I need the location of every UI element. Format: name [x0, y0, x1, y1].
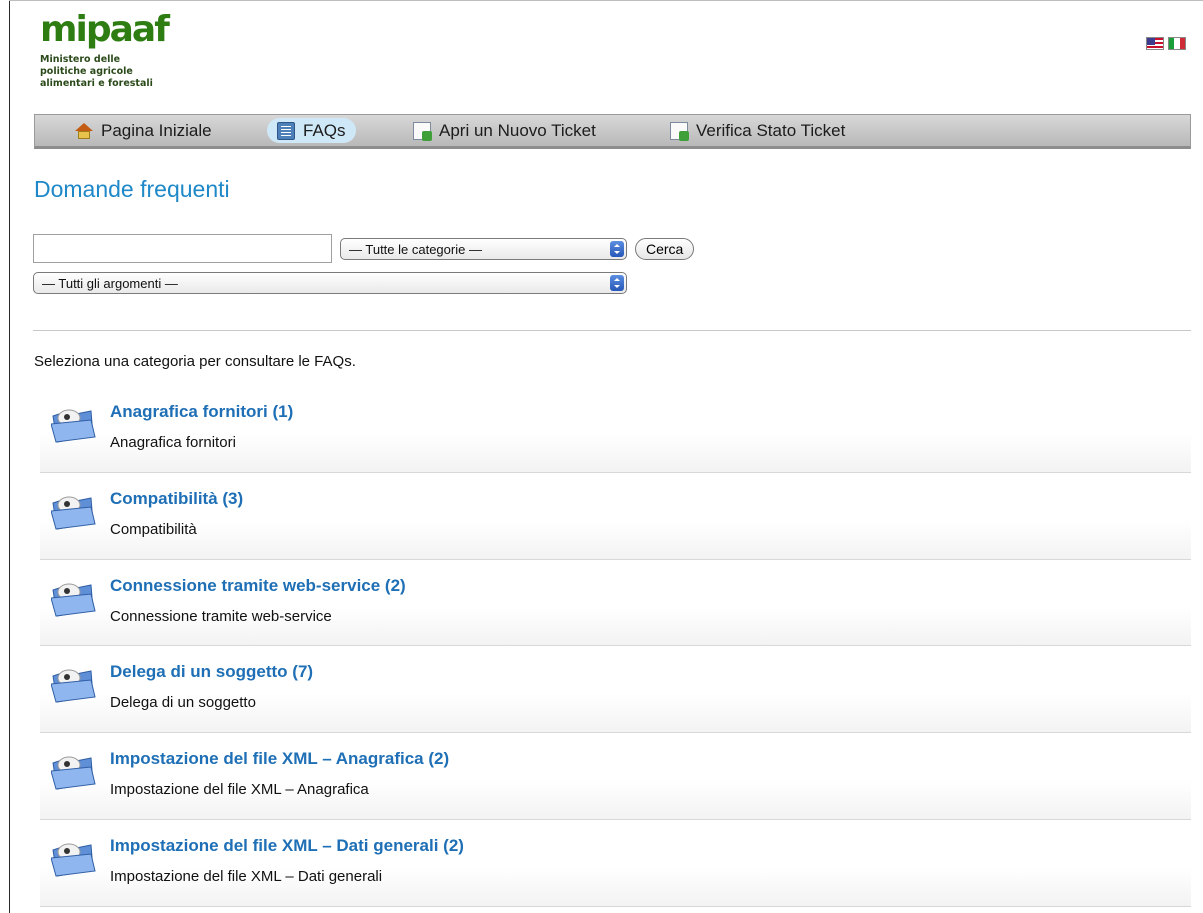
- nav-item-label: FAQs: [303, 120, 346, 140]
- ticket-status-icon: [670, 121, 689, 141]
- nav-item-apri-nuovo-ticket[interactable]: Apri un Nuovo Ticket: [403, 118, 606, 143]
- nav-item-label: Verifica Stato Ticket: [696, 120, 846, 140]
- window-left-border: [9, 0, 10, 913]
- logo-subtitle: Ministero delle politiche agricole alime…: [40, 54, 168, 90]
- home-icon: [75, 122, 93, 140]
- language-selector: [1146, 37, 1186, 50]
- category-description: Compatibilità: [110, 520, 197, 538]
- nav-item-pagina-iniziale[interactable]: Pagina Iniziale: [65, 118, 222, 143]
- category-link[interactable]: Anagrafica fornitori (1): [110, 402, 293, 422]
- nav-item-label: Apri un Nuovo Ticket: [439, 120, 596, 140]
- nav-item-verifica-stato-ticket[interactable]: Verifica Stato Ticket: [660, 118, 855, 143]
- category-description: Impostazione del file XML – Anagrafica: [110, 781, 369, 799]
- category-item: Compatibilità (3) Compatibilità: [40, 472, 1191, 560]
- category-link[interactable]: Connessione tramite web-service (2): [110, 576, 406, 596]
- nav-item-faqs[interactable]: FAQs: [267, 118, 356, 143]
- new-ticket-icon: [413, 121, 432, 141]
- category-link[interactable]: Impostazione del file XML – Dati general…: [110, 836, 464, 856]
- mipaaf-logo[interactable]: mipaaf Ministero delle politiche agricol…: [40, 9, 170, 90]
- category-select[interactable]: — Tutte le categorie —: [340, 238, 627, 260]
- category-link[interactable]: Delega di un soggetto (7): [110, 662, 313, 682]
- window-top-border: [9, 0, 1203, 1]
- page-title: Domande frequenti: [34, 176, 230, 202]
- folder-icon: [51, 843, 96, 877]
- section-divider: [33, 330, 1191, 331]
- main-navigation: Pagina Iniziale FAQs Apri un Nuovo Ticke…: [34, 114, 1191, 149]
- faq-book-icon: [277, 121, 295, 140]
- category-description: Delega di un soggetto: [110, 694, 256, 712]
- category-description: Anagrafica fornitori: [110, 434, 236, 451]
- logo-wordmark: mipaaf: [40, 9, 170, 50]
- logo-subtitle-line-1: Ministero delle: [40, 54, 121, 65]
- folder-icon: [51, 496, 96, 530]
- select-arrows-icon: [610, 275, 624, 291]
- category-link[interactable]: Impostazione del file XML – Anagrafica (…: [110, 749, 449, 769]
- category-description: Impostazione del file XML – Dati general…: [110, 867, 383, 885]
- search-button[interactable]: Cerca: [635, 238, 695, 260]
- search-input[interactable]: [33, 234, 332, 263]
- folder-icon: [51, 409, 96, 443]
- category-description: Connessione tramite web-service: [110, 607, 332, 625]
- category-item: Impostazione del file XML – Dati general…: [40, 819, 1191, 907]
- nav-item-label: Pagina Iniziale: [101, 120, 212, 140]
- english-flag-icon[interactable]: [1146, 37, 1164, 50]
- topic-select-value: — Tutti gli argomenti —: [42, 275, 178, 291]
- category-list: Anagrafica fornitori (1) Anagrafica forn…: [40, 386, 1191, 907]
- category-item: Impostazione del file XML – Anagrafica (…: [40, 733, 1191, 820]
- logo-subtitle-line-3: alimentari e forestali: [40, 78, 153, 89]
- logo-subtitle-line-2: politiche agricole: [40, 66, 133, 77]
- category-item: Delega di un soggetto (7) Delega di un s…: [40, 646, 1191, 734]
- folder-icon: [51, 583, 96, 617]
- italian-flag-icon[interactable]: [1168, 37, 1186, 50]
- intro-text: Seleziona una categoria per consultare l…: [34, 353, 356, 370]
- category-select-value: — Tutte le categorie —: [349, 241, 482, 257]
- category-item: Connessione tramite web-service (2) Conn…: [40, 559, 1191, 647]
- folder-icon: [51, 756, 96, 790]
- topic-select[interactable]: — Tutti gli argomenti —: [33, 272, 627, 294]
- category-item: Anagrafica fornitori (1) Anagrafica forn…: [40, 386, 1191, 473]
- folder-icon: [51, 669, 96, 703]
- select-arrows-icon: [610, 241, 624, 257]
- category-link[interactable]: Compatibilità (3): [110, 489, 243, 509]
